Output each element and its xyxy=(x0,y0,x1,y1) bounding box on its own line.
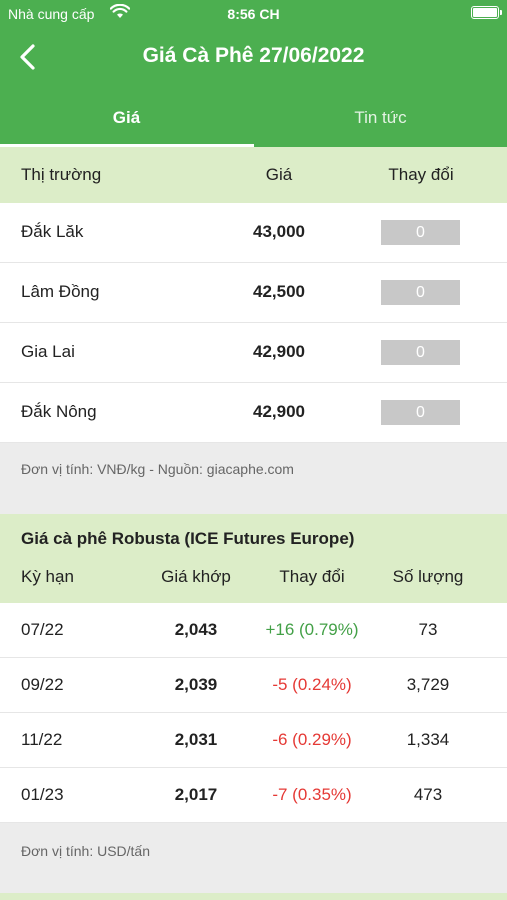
nav-bar: Giá Cà Phê 27/06/2022 xyxy=(0,38,507,78)
market-name: Đắk Nông xyxy=(21,402,97,421)
app-header: Nhà cung cấp 8:56 CH Giá Cà Phê 27/06/20… xyxy=(0,0,507,147)
change-badge: 0 xyxy=(381,280,460,305)
table-row: 01/23 2,017 -7 (0.35%) 473 xyxy=(0,768,507,823)
volume: 73 xyxy=(418,620,438,639)
change-value: -5 (0.24%) xyxy=(272,675,352,694)
header-term: Kỳ hạn xyxy=(21,567,74,586)
term: 09/22 xyxy=(21,675,64,694)
header-volume: Số lượng xyxy=(392,567,464,586)
tab-news[interactable]: Tin tức xyxy=(254,98,507,147)
change-value: -6 (0.29%) xyxy=(272,730,352,749)
table-row: Gia Lai 42,900 0 xyxy=(0,323,507,383)
status-bar: Nhà cung cấp 8:56 CH xyxy=(0,0,507,28)
market-name: Lâm Đồng xyxy=(21,282,100,301)
table-row: 07/22 2,043 +16 (0.79%) 73 xyxy=(0,603,507,658)
term: 11/22 xyxy=(21,730,63,749)
table-row: Lâm Đồng 42,500 0 xyxy=(0,263,507,323)
change-value: -7 (0.35%) xyxy=(272,785,352,804)
table-row: 11/22 2,031 -6 (0.29%) 1,334 xyxy=(0,713,507,768)
match-price: 2,017 xyxy=(174,785,218,804)
robusta-unit-note: Đơn vị tính: USD/tấn xyxy=(21,843,151,859)
header-price: Giá xyxy=(265,165,293,184)
volume: 3,729 xyxy=(406,675,450,694)
term: 01/23 xyxy=(21,785,64,804)
header-market: Thị trường xyxy=(21,165,102,184)
header-change: Thay đổi xyxy=(388,165,454,184)
header-change: Thay đổi xyxy=(279,567,345,586)
domestic-table-header: Thị trường Giá Thay đổi xyxy=(0,147,507,203)
market-price: 42,500 xyxy=(253,282,305,301)
market-price: 43,000 xyxy=(253,222,305,241)
table-row: 09/22 2,039 -5 (0.24%) 3,729 xyxy=(0,658,507,713)
market-name: Gia Lai xyxy=(21,342,75,361)
match-price: 2,043 xyxy=(174,620,218,639)
domestic-unit-note: Đơn vị tính: VNĐ/kg - Nguồn: giacaphe.co… xyxy=(21,461,294,477)
market-price: 42,900 xyxy=(253,402,305,421)
term: 07/22 xyxy=(21,620,64,639)
match-price: 2,031 xyxy=(174,730,218,749)
robusta-table-header: Giá cà phê Robusta (ICE Futures Europe) … xyxy=(0,514,507,603)
change-badge: 0 xyxy=(381,220,460,245)
status-time: 8:56 CH xyxy=(227,6,280,22)
market-name: Đắk Lăk xyxy=(21,222,84,241)
change-badge: 0 xyxy=(381,400,460,425)
table-row: Đắk Nông 42,900 0 xyxy=(0,383,507,443)
battery-icon xyxy=(471,6,502,19)
table-row: Đắk Lăk 43,000 0 xyxy=(0,203,507,263)
market-price: 42,900 xyxy=(253,342,305,361)
tab-bar: Giá Tin tức xyxy=(0,98,507,147)
page-title: Giá Cà Phê 27/06/2022 xyxy=(142,44,365,67)
match-price: 2,039 xyxy=(174,675,218,694)
robusta-title: Giá cà phê Robusta (ICE Futures Europe) xyxy=(21,529,355,548)
change-value: +16 (0.79%) xyxy=(265,620,359,639)
change-badge: 0 xyxy=(381,340,460,365)
next-section-header xyxy=(0,893,507,900)
tab-price[interactable]: Giá xyxy=(0,98,253,147)
volume: 473 xyxy=(413,785,443,804)
header-match-price: Giá khớp xyxy=(161,567,231,586)
volume: 1,334 xyxy=(406,730,450,749)
